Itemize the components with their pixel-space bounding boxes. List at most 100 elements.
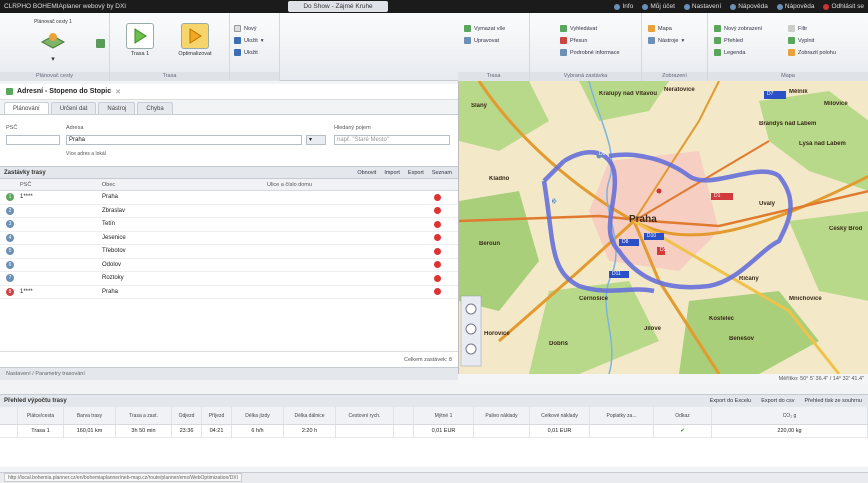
table-row[interactable]: Trasa 1 160,01 km 3h 50 min 23:36 04:21 6 h/h… xyxy=(0,425,868,438)
edit-icon xyxy=(464,37,471,44)
results-column-header[interactable]: Délka jízdy xyxy=(232,407,284,424)
legend-button[interactable]: Legenda xyxy=(714,49,745,56)
results-column-header[interactable] xyxy=(0,407,18,424)
filter-button[interactable]: Filtr xyxy=(788,25,807,32)
save-icon xyxy=(234,37,241,44)
table-row[interactable]: 5 Třebotov xyxy=(0,245,458,259)
stops-grid-header: PSČ Obec Ulice a číslo domu xyxy=(0,179,458,191)
delete-icon[interactable] xyxy=(433,261,441,269)
overview-button[interactable]: Přehled xyxy=(714,37,743,44)
results-column-header[interactable]: Mýtné 1 xyxy=(414,407,474,424)
map-view[interactable]: Slaný Kralupy nad Vltavou Neratovice Mělník… xyxy=(458,81,868,374)
address-input[interactable]: Praha xyxy=(66,135,302,145)
top-link-logout[interactable]: Odhlásit se xyxy=(823,3,864,10)
stop-marker-icon: 3 xyxy=(6,220,14,229)
search-stop-button[interactable]: Vyhledávat xyxy=(560,25,597,32)
search-input[interactable]: např. "Staré Mesto" xyxy=(334,135,450,145)
psc-input[interactable] xyxy=(6,135,60,145)
list-button[interactable]: Seznam xyxy=(432,170,452,176)
top-center-button[interactable]: Do Show - Zájmé Kruhe xyxy=(288,1,388,12)
table-row[interactable]: 1 1**** Praha xyxy=(0,191,458,205)
map-route-label: D0 xyxy=(599,151,606,157)
new-button[interactable]: Nový xyxy=(234,25,257,32)
view-map-button[interactable]: Mapa xyxy=(648,25,672,32)
refresh-button[interactable]: Obnovit xyxy=(357,170,376,176)
planner-button[interactable]: Plánovač cesty 1 ▾ xyxy=(18,19,88,63)
table-row[interactable]: 2 Zbraslav xyxy=(0,205,458,218)
top-link-info[interactable]: Info xyxy=(614,3,633,10)
edit-button[interactable]: Upravovat xyxy=(464,37,499,44)
ribbon-group-planner: Plánovač cesty 1 ▾ Plánovač cesty xyxy=(0,13,110,81)
table-row[interactable]: 4 Jesenice xyxy=(0,232,458,245)
delete-icon[interactable] xyxy=(433,207,441,215)
delete-icon[interactable] xyxy=(433,220,441,228)
new-file-icon xyxy=(234,25,241,32)
top-link-account[interactable]: Můj účet xyxy=(642,3,675,10)
results-column-header[interactable]: Délka dálnice xyxy=(284,407,336,424)
delete-icon[interactable] xyxy=(433,234,441,242)
import-button[interactable]: Import xyxy=(384,170,400,176)
map-coordinates: Měřítko: 50° 5' 36.4" / 14° 32' 41.4" xyxy=(458,374,868,384)
results-column-header[interactable]: Plátce/cesta xyxy=(18,407,64,424)
view-tools-button[interactable]: Nástroje ▾ xyxy=(648,37,684,44)
close-icon[interactable]: ✕ xyxy=(115,88,121,96)
table-row[interactable]: 3 Tetín xyxy=(0,218,458,232)
stop-marker-icon: 1 xyxy=(6,193,14,202)
view-icon xyxy=(714,25,721,32)
results-column-header[interactable]: CO₂ g xyxy=(712,407,868,424)
new-view-button[interactable]: Nový zobrazení xyxy=(714,25,762,32)
table-row[interactable]: 6 Odolov xyxy=(0,259,458,272)
results-column-header[interactable]: Poplatky za... xyxy=(590,407,654,424)
results-column-header[interactable]: Trasa a zast. xyxy=(116,407,172,424)
address-dropdown[interactable]: ▾ xyxy=(306,135,326,145)
move-stop-button[interactable]: Přesun xyxy=(560,37,587,44)
optimize-button[interactable]: Optimalizovat xyxy=(170,23,220,57)
results-column-header[interactable]: Cestovní rych. xyxy=(336,407,394,424)
tab-planning[interactable]: Plánování xyxy=(4,102,49,114)
map-town-label: Kostelec xyxy=(709,316,735,322)
save-as-button[interactable]: Uložit xyxy=(234,49,258,56)
small-green-icon[interactable] xyxy=(96,39,105,48)
map-town-label: Milovice xyxy=(824,101,848,107)
stop-marker-icon: 8 xyxy=(6,287,14,296)
results-column-header[interactable]: Odkaz xyxy=(654,407,712,424)
fill-icon xyxy=(788,37,795,44)
route-1-button[interactable]: Trasa 1 xyxy=(120,23,160,57)
map-town-label: Černošice xyxy=(579,296,609,302)
results-column-header[interactable]: Odjezd xyxy=(172,407,202,424)
ribbon-right: Vymazat vše Upravovat Trasa Vyhledávat P… xyxy=(458,13,868,81)
delete-icon[interactable] xyxy=(433,274,441,282)
show-position-button[interactable]: Zobrazit polohu xyxy=(788,49,836,56)
delete-icon[interactable] xyxy=(433,288,441,296)
table-row[interactable]: 7 Roztoky xyxy=(0,272,458,286)
status-url: http://local.bohemia.planner.cz/en/bohem… xyxy=(4,473,243,482)
results-column-header[interactable] xyxy=(394,407,414,424)
results-column-header[interactable]: Příjezd xyxy=(202,407,232,424)
panel-header: Adresní - Stopeno do Stopic ✕ xyxy=(0,84,458,100)
results-column-header[interactable]: Palivo náklady xyxy=(474,407,530,424)
results-cell xyxy=(336,425,394,437)
clear-all-button[interactable]: Vymazat vše xyxy=(464,25,505,32)
tab-tools[interactable]: Nástroj xyxy=(98,102,136,114)
results-cell: 3h 50 min xyxy=(116,425,172,437)
address-hint[interactable]: Více adres a lokál xyxy=(66,151,106,157)
table-row[interactable]: 8 1**** Praha xyxy=(0,286,458,299)
tab-data[interactable]: Určení dat xyxy=(50,102,97,114)
route-settings-panel[interactable]: Nastavení / Parametry trasování xyxy=(0,367,458,380)
export-button[interactable]: Export xyxy=(408,170,424,176)
stop-details-button[interactable]: Podrobné informace xyxy=(560,49,620,56)
delete-icon[interactable] xyxy=(433,193,441,201)
top-link-help-2[interactable]: Nápověda xyxy=(776,3,814,10)
map-town-label: Říčany xyxy=(739,276,759,282)
tab-errors[interactable]: Chyba xyxy=(137,102,173,114)
results-column-header[interactable]: Celkové náklady xyxy=(530,407,590,424)
top-link-help[interactable]: Nápověda xyxy=(730,3,768,10)
top-link-settings[interactable]: Nastavení xyxy=(683,3,721,10)
map-route-label: D8 xyxy=(622,239,629,245)
map-town-label: Český Brod xyxy=(829,226,863,232)
save-button[interactable]: Uložit ▾ xyxy=(234,37,264,44)
map-town-label: Kladno xyxy=(489,176,510,182)
results-column-header[interactable]: Barva trasy xyxy=(64,407,116,424)
fill-button[interactable]: Vyplnit xyxy=(788,37,814,44)
delete-icon[interactable] xyxy=(433,247,441,255)
